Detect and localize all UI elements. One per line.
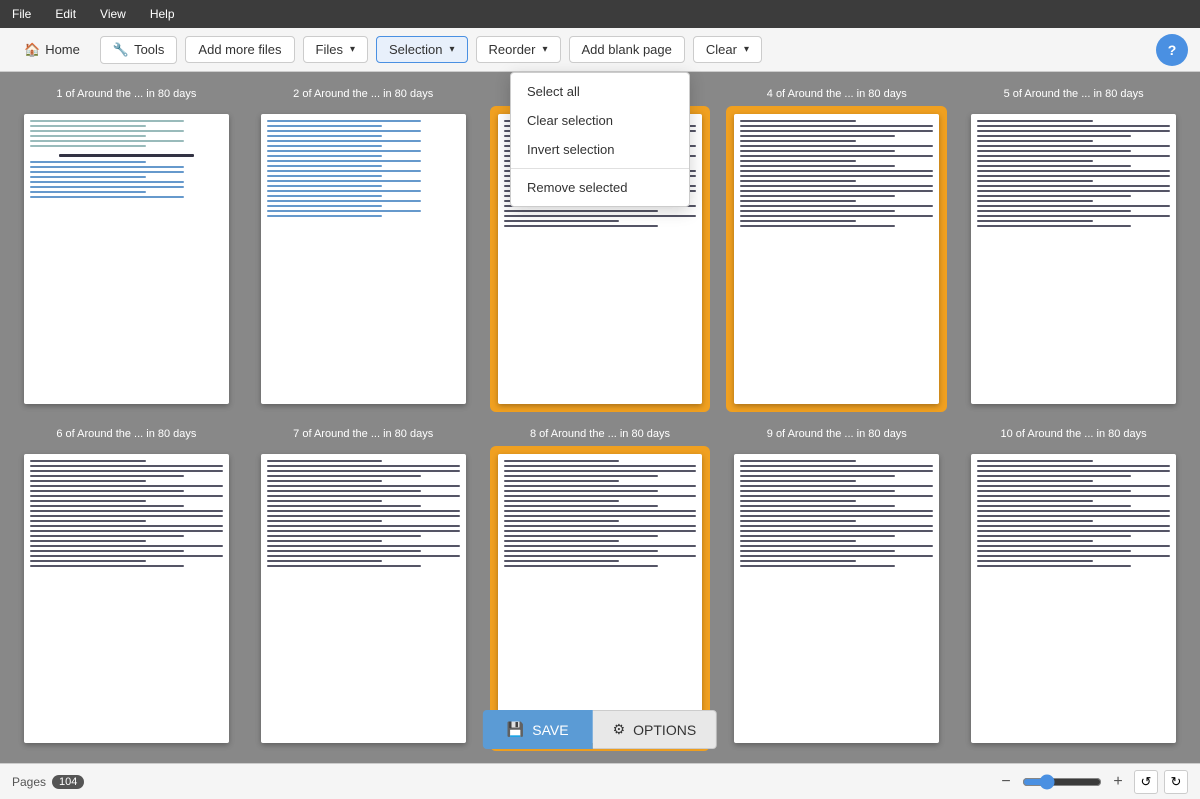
page-thumbnail bbox=[261, 114, 466, 404]
page-thumbnail bbox=[734, 114, 939, 404]
page-item[interactable]: 10 of Around the ... in 80 days bbox=[963, 428, 1184, 752]
thumb-content bbox=[261, 454, 466, 744]
page-thumbnail bbox=[261, 454, 466, 744]
dropdown-divider bbox=[511, 168, 689, 169]
page-label: 5 of Around the ... in 80 days bbox=[1004, 88, 1144, 100]
menu-view[interactable]: View bbox=[96, 5, 130, 23]
clear-label: Clear bbox=[706, 42, 737, 57]
bottom-bar: Pages 104 − + ↺ ↻ bbox=[0, 763, 1200, 799]
files-button[interactable]: Files ▾ bbox=[303, 36, 368, 63]
tools-button[interactable]: 🔧 Tools bbox=[100, 36, 178, 64]
page-label: 8 of Around the ... in 80 days bbox=[530, 428, 670, 440]
files-label: Files bbox=[316, 42, 343, 57]
page-label: 10 of Around the ... in 80 days bbox=[1001, 428, 1147, 440]
options-icon: ⚙ bbox=[613, 721, 626, 738]
pages-count-badge: 104 bbox=[52, 775, 84, 789]
thumb-content bbox=[971, 454, 1176, 744]
page-thumbnail bbox=[24, 454, 229, 744]
bottom-actions: 💾 SAVE ⚙ OPTIONS bbox=[483, 710, 717, 749]
invert-selection-item[interactable]: Invert selection bbox=[511, 135, 689, 164]
clear-button[interactable]: Clear ▾ bbox=[693, 36, 762, 63]
menu-help[interactable]: Help bbox=[146, 5, 179, 23]
select-all-item[interactable]: Select all bbox=[511, 77, 689, 106]
zoom-out-button[interactable]: − bbox=[996, 772, 1016, 792]
zoom-controls: − + ↺ ↻ bbox=[996, 770, 1188, 794]
pages-info: Pages 104 bbox=[12, 775, 84, 789]
selection-button[interactable]: Selection ▾ bbox=[376, 36, 468, 63]
page-label: 9 of Around the ... in 80 days bbox=[767, 428, 907, 440]
page-label: 2 of Around the ... in 80 days bbox=[293, 88, 433, 100]
thumb-content bbox=[24, 114, 229, 404]
clear-selection-item[interactable]: Clear selection bbox=[511, 106, 689, 135]
options-label: OPTIONS bbox=[633, 722, 696, 738]
files-arrow-icon: ▾ bbox=[350, 44, 355, 55]
selection-arrow-icon: ▾ bbox=[449, 44, 454, 55]
page-thumbnail bbox=[24, 114, 229, 404]
page-thumb-wrapper bbox=[963, 446, 1184, 752]
tools-icon: 🔧 bbox=[113, 42, 129, 58]
options-button[interactable]: ⚙ OPTIONS bbox=[593, 710, 718, 749]
thumb-content bbox=[498, 454, 703, 744]
zoom-slider[interactable] bbox=[1022, 774, 1102, 790]
thumb-content bbox=[734, 454, 939, 744]
home-label: Home bbox=[45, 42, 80, 57]
pages-label: Pages bbox=[12, 775, 46, 789]
help-button[interactable]: ? bbox=[1156, 34, 1188, 66]
page-item[interactable]: 2 of Around the ... in 80 days bbox=[253, 88, 474, 412]
page-item[interactable]: 4 of Around the ... in 80 days bbox=[726, 88, 947, 412]
page-label: 7 of Around the ... in 80 days bbox=[293, 428, 433, 440]
save-label: SAVE bbox=[532, 722, 568, 738]
page-item[interactable]: 8 of Around the ... in 80 days bbox=[490, 428, 711, 752]
selection-label: Selection bbox=[389, 42, 442, 57]
page-thumbnail bbox=[498, 454, 703, 744]
page-thumb-wrapper bbox=[253, 106, 474, 412]
page-label: 4 of Around the ... in 80 days bbox=[767, 88, 907, 100]
thumb-content bbox=[24, 454, 229, 744]
tools-label: Tools bbox=[134, 42, 164, 57]
page-label: 6 of Around the ... in 80 days bbox=[56, 428, 196, 440]
rotate-right-button[interactable]: ↻ bbox=[1164, 770, 1188, 794]
save-button[interactable]: 💾 SAVE bbox=[483, 710, 593, 749]
page-item[interactable]: 1 of Around the ... in 80 days bbox=[16, 88, 237, 412]
page-thumbnail bbox=[734, 454, 939, 744]
selection-dropdown: Select all Clear selection Invert select… bbox=[510, 72, 690, 207]
home-button[interactable]: 🏠 Home bbox=[12, 37, 92, 63]
thumb-content bbox=[971, 114, 1176, 404]
remove-selected-item[interactable]: Remove selected bbox=[511, 173, 689, 202]
page-thumb-wrapper bbox=[726, 106, 947, 412]
zoom-in-button[interactable]: + bbox=[1108, 772, 1128, 792]
page-thumb-wrapper bbox=[16, 106, 237, 412]
page-thumb-wrapper bbox=[726, 446, 947, 752]
page-item[interactable]: 5 of Around the ... in 80 days bbox=[963, 88, 1184, 412]
add-blank-button[interactable]: Add blank page bbox=[569, 36, 685, 63]
reorder-arrow-icon: ▾ bbox=[542, 44, 547, 55]
reorder-button[interactable]: Reorder ▾ bbox=[476, 36, 561, 63]
add-blank-label: Add blank page bbox=[582, 42, 672, 57]
rotate-left-button[interactable]: ↺ bbox=[1134, 770, 1158, 794]
thumb-content bbox=[261, 114, 466, 404]
reorder-label: Reorder bbox=[489, 42, 536, 57]
page-thumb-wrapper bbox=[253, 446, 474, 752]
add-files-label: Add more files bbox=[198, 42, 281, 57]
menu-file[interactable]: File bbox=[8, 5, 35, 23]
save-icon: 💾 bbox=[507, 721, 524, 738]
menu-edit[interactable]: Edit bbox=[51, 5, 80, 23]
page-thumbnail bbox=[971, 454, 1176, 744]
page-thumb-wrapper bbox=[963, 106, 1184, 412]
page-thumb-wrapper bbox=[490, 446, 711, 752]
page-item[interactable]: 7 of Around the ... in 80 days bbox=[253, 428, 474, 752]
add-files-button[interactable]: Add more files bbox=[185, 36, 294, 63]
page-item[interactable]: 6 of Around the ... in 80 days bbox=[16, 428, 237, 752]
page-thumbnail bbox=[971, 114, 1176, 404]
page-thumb-wrapper bbox=[16, 446, 237, 752]
page-item[interactable]: 9 of Around the ... in 80 days bbox=[726, 428, 947, 752]
thumb-content bbox=[734, 114, 939, 404]
menubar: File Edit View Help bbox=[0, 0, 1200, 28]
home-icon: 🏠 bbox=[24, 42, 40, 58]
page-label: 1 of Around the ... in 80 days bbox=[56, 88, 196, 100]
toolbar: 🏠 Home 🔧 Tools Add more files Files ▾ Se… bbox=[0, 28, 1200, 72]
clear-arrow-icon: ▾ bbox=[744, 44, 749, 55]
